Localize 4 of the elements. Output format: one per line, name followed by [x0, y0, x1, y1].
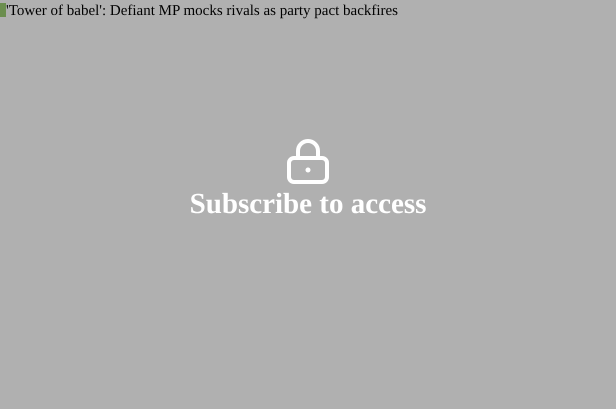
lock-icon: [287, 138, 329, 184]
image-alt-text: 'Tower of babel': Defiant MP mocks rivals as party pact backfires: [6, 2, 398, 21]
subscribe-message: Subscribe to access: [190, 187, 426, 222]
broken-image-icon: [0, 2, 6, 18]
